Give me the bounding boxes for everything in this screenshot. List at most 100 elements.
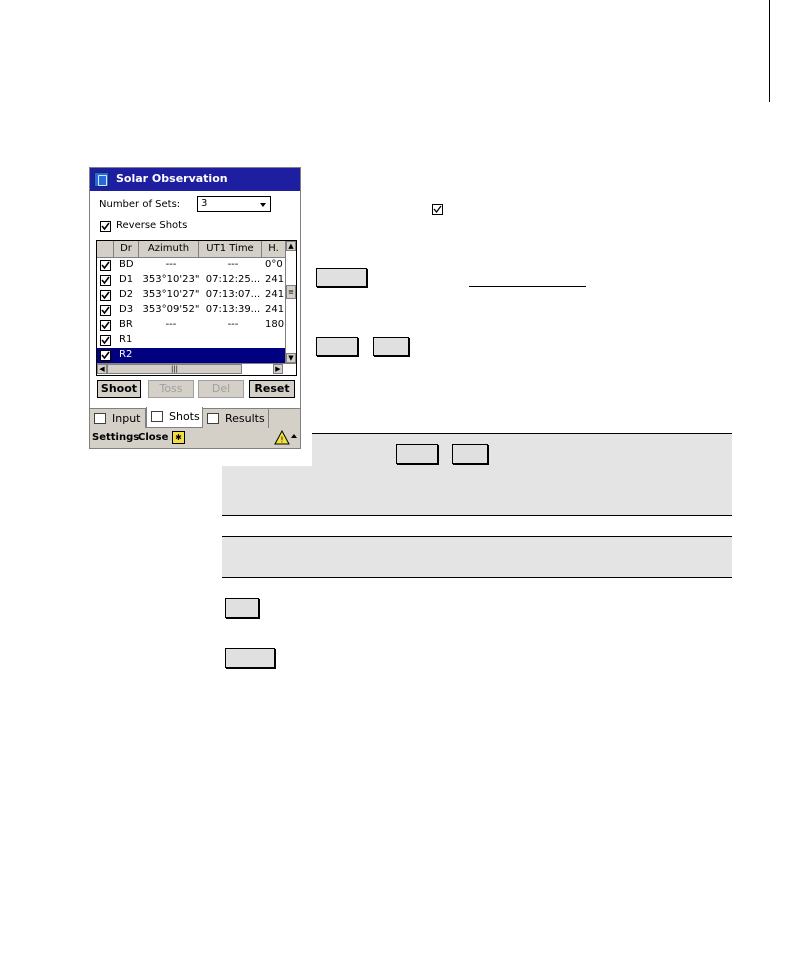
cell-dr: R2: [119, 349, 133, 360]
cell-h: 180°: [265, 319, 286, 330]
tab-shots[interactable]: Shots: [146, 407, 203, 428]
header-azimuth[interactable]: Azimuth: [139, 241, 199, 257]
table-row[interactable]: BR --- --- 180°: [97, 318, 286, 333]
cell-azimuth: 353°09'52": [142, 304, 200, 315]
start-menu-icon[interactable]: [94, 172, 109, 187]
cell-azimuth: ---: [165, 319, 177, 330]
close-menu[interactable]: Close: [138, 432, 168, 443]
cell-h: 241°: [265, 304, 286, 315]
tab-bar: Input Shots Results: [90, 407, 300, 428]
doc-button-graphic-5: [452, 444, 488, 464]
sets-value: 3: [201, 198, 208, 209]
pda-window: Solar Observation Number of Sets: 3 Reve…: [89, 167, 301, 449]
tab-shots-label: Shots: [169, 410, 200, 423]
sets-label: Number of Sets:: [99, 199, 181, 210]
doc-button-graphic-4: [396, 444, 438, 464]
reset-button[interactable]: Reset: [249, 380, 295, 398]
check-icon: [101, 306, 110, 315]
cell-dr: D1: [119, 274, 134, 285]
scroll-down-icon[interactable]: ▼: [286, 353, 296, 363]
doc-button-graphic-2: [316, 337, 358, 356]
header-dr[interactable]: Dr: [114, 241, 139, 257]
check-icon: [101, 336, 110, 345]
command-bar: Settings Close ✱ !: [90, 428, 300, 448]
note-box-1: [222, 466, 732, 515]
header-ut1-time[interactable]: UT1 Time: [199, 241, 262, 257]
sets-dropdown[interactable]: 3: [197, 196, 271, 212]
note-rule-4: [222, 577, 732, 578]
cell-azimuth: 353°10'27": [142, 289, 200, 300]
keyboard-sip-icon[interactable]: ✱: [172, 431, 185, 444]
row-checkbox[interactable]: [100, 335, 111, 346]
hscroll-thumb[interactable]: |||: [107, 364, 242, 374]
warning-icon[interactable]: !: [274, 430, 290, 445]
row-checkbox[interactable]: [100, 260, 111, 271]
table-row[interactable]: R1: [97, 333, 286, 348]
row-checkbox[interactable]: [100, 305, 111, 316]
row-checkbox[interactable]: [100, 350, 111, 361]
chevron-up-icon[interactable]: [291, 434, 297, 438]
header-check-col: [97, 241, 114, 257]
cell-dr: D2: [119, 289, 134, 300]
cell-dr: D3: [119, 304, 134, 315]
cell-time: ---: [227, 319, 239, 330]
cell-dr: BR: [119, 319, 133, 330]
shots-grid[interactable]: Dr Azimuth UT1 Time H. BD --- --- 0°0 D1 353°…: [96, 240, 297, 376]
results-tab-icon: [207, 413, 219, 424]
cell-dr: R1: [119, 334, 133, 345]
scroll-up-icon[interactable]: ▲: [286, 241, 296, 251]
scroll-right-icon[interactable]: ▶: [273, 364, 283, 374]
check-icon: [101, 321, 110, 330]
del-button[interactable]: Del: [198, 380, 244, 398]
table-row[interactable]: D3 353°09'52" 07:13:39... 241°: [97, 303, 286, 318]
table-row[interactable]: R2: [97, 348, 286, 363]
tab-input[interactable]: Input: [90, 409, 146, 428]
cell-azimuth: 353°10'23": [142, 274, 200, 285]
table-row[interactable]: D1 353°10'23" 07:12:25... 241°: [97, 273, 286, 288]
shoot-button[interactable]: Shoot: [97, 380, 141, 398]
row-checkbox[interactable]: [100, 275, 111, 286]
doc-button-graphic-6: [225, 598, 259, 618]
cell-time: 07:12:25...: [205, 274, 261, 285]
check-icon: [101, 222, 110, 231]
chevron-down-icon: [260, 203, 266, 207]
cell-time: 07:13:07...: [205, 289, 261, 300]
check-icon: [101, 276, 110, 285]
input-tab-icon: [94, 413, 106, 424]
cell-h: 241°: [265, 274, 286, 285]
scroll-left-icon[interactable]: ◀: [97, 364, 107, 374]
table-row[interactable]: BD --- --- 0°0: [97, 258, 286, 273]
window-title: Solar Observation: [116, 172, 228, 185]
cell-dr: BD: [119, 259, 134, 270]
toss-button[interactable]: Toss: [148, 380, 194, 398]
cell-time: 07:13:39...: [205, 304, 261, 315]
tab-input-label: Input: [112, 412, 141, 425]
doc-button-graphic-3: [373, 337, 409, 356]
reverse-shots-checkbox[interactable]: [100, 221, 111, 232]
cell-h: 241°: [265, 289, 286, 300]
reverse-shots-label: Reverse Shots: [116, 220, 188, 231]
doc-button-graphic-1: [316, 268, 367, 287]
note-box-2: [222, 537, 732, 577]
check-icon: [101, 351, 110, 360]
svg-text:!: !: [280, 436, 283, 445]
check-icon: [101, 261, 110, 270]
scroll-thumb[interactable]: ≡: [286, 285, 296, 299]
cell-time: ---: [227, 259, 239, 270]
settings-menu[interactable]: Settings: [92, 432, 139, 443]
checkbox-glyph-icon: [432, 204, 443, 215]
page-vertical-rule: [769, 0, 770, 102]
vertical-scrollbar[interactable]: ▲ ≡ ▼: [285, 241, 296, 363]
header-h[interactable]: H.: [262, 241, 286, 257]
horizontal-scrollbar[interactable]: ◀ ||| ▶: [97, 363, 296, 375]
shots-tab-icon: [151, 411, 163, 422]
title-bar: Solar Observation: [90, 168, 300, 191]
row-checkbox[interactable]: [100, 290, 111, 301]
tab-results-label: Results: [225, 412, 265, 425]
cell-azimuth: ---: [165, 259, 177, 270]
tab-results[interactable]: Results: [203, 409, 269, 428]
row-checkbox[interactable]: [100, 320, 111, 331]
cell-h: 0°0: [265, 259, 283, 270]
note-rule-2: [222, 515, 732, 516]
table-row[interactable]: D2 353°10'27" 07:13:07... 241°: [97, 288, 286, 303]
